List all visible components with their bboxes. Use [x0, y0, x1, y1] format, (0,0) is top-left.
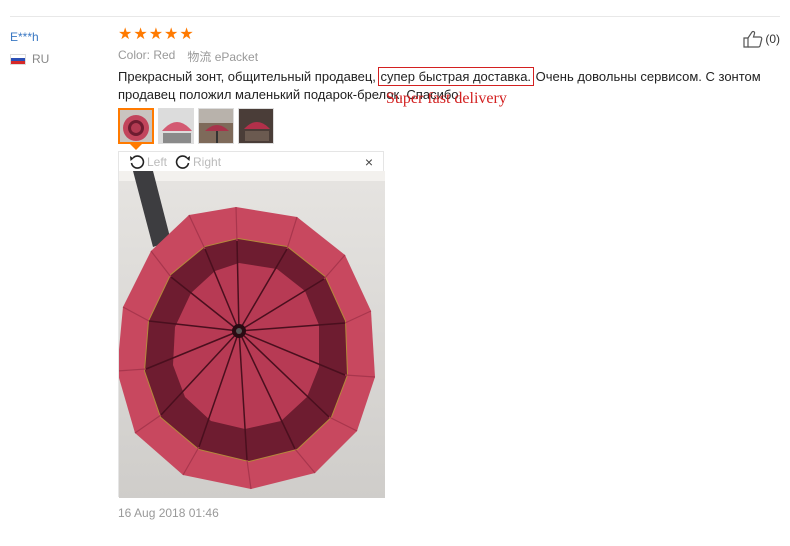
rotate-left-label: Left	[147, 155, 168, 169]
selected-thumbnail-caret	[130, 144, 142, 150]
close-icon[interactable]: ×	[365, 154, 373, 170]
rating-stars: ★ ★ ★ ★ ★	[118, 27, 194, 43]
shipping-info: 物流 ePacket	[187, 50, 259, 64]
star-icon: ★	[133, 26, 148, 43]
photo-thumbnail-1[interactable]	[118, 108, 154, 144]
review-date: 16 Aug 2018 01:46	[118, 506, 219, 520]
umbrella-thumbnail-image	[199, 109, 233, 143]
umbrella-thumbnail-image	[239, 109, 273, 143]
russia-flag-icon	[10, 53, 26, 65]
umbrella-photo-image	[119, 171, 385, 498]
color-info: Color: Red	[118, 48, 176, 62]
top-divider	[10, 16, 780, 17]
star-icon: ★	[118, 26, 133, 43]
review-photo	[119, 171, 385, 498]
rotate-right-icon	[175, 155, 191, 169]
country-code: RU	[32, 52, 50, 66]
order-info: Color: Red 物流 ePacket	[118, 48, 258, 65]
rotate-right-button[interactable]: Right	[175, 154, 221, 170]
buyer-country: RU	[10, 52, 49, 66]
thumbs-up-icon	[743, 30, 763, 48]
umbrella-thumbnail-image	[159, 109, 193, 143]
buyer-name-link[interactable]: E***h	[10, 30, 39, 44]
rotate-right-label: Right	[193, 155, 222, 169]
helpful-button[interactable]: (0)	[743, 30, 780, 48]
review-text-highlight: супер быстрая доставка.	[377, 67, 535, 86]
photo-thumbnail-4[interactable]	[238, 108, 274, 144]
annotation-label: Super fast delivery	[386, 90, 507, 107]
photo-thumbnail-3[interactable]	[198, 108, 234, 144]
star-icon: ★	[148, 26, 164, 43]
rotate-left-icon	[130, 155, 145, 169]
photo-viewer: Left Right ×	[118, 151, 385, 498]
photo-thumbnail-2[interactable]	[158, 108, 194, 144]
viewer-toolbar: Left Right ×	[119, 152, 383, 172]
star-icon: ★	[179, 26, 194, 43]
umbrella-thumbnail-image	[120, 110, 152, 142]
star-icon: ★	[164, 26, 179, 43]
helpful-count: (0)	[765, 32, 780, 46]
photo-thumbnails	[118, 108, 274, 144]
rotate-left-button[interactable]: Left	[129, 154, 167, 170]
review-text-start: Прекрасный зонт, общительный продавец,	[118, 69, 380, 84]
